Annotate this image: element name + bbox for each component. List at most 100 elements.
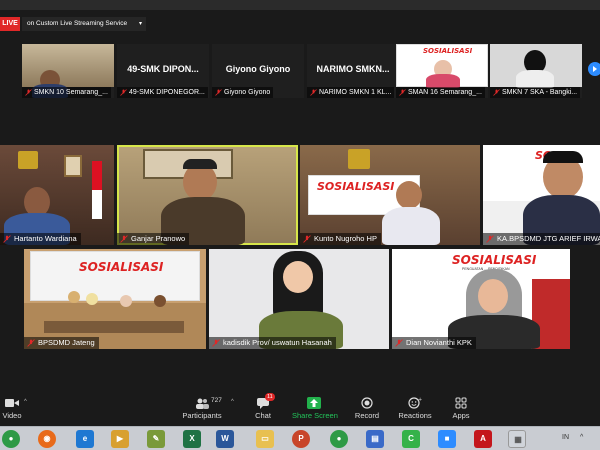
participants-button[interactable]: 727 Participants [182,397,222,425]
participant-label: Kunto Nugroho HP [300,233,381,245]
internet-explorer-icon[interactable]: e [76,430,94,448]
camtasia-icon[interactable]: C [402,430,420,448]
banner-title: SOSIALISASI [79,260,164,274]
participant-name: Giyono Giyono [224,89,271,96]
video-tile-hartanto[interactable]: Hartanto Wardiana [0,145,114,245]
emblem-icon [348,149,370,169]
muted-mic-icon [3,235,11,243]
chevron-down-icon: ▾ [138,21,142,27]
top-bar: LIVE on Custom Live Streaming Service ▾ [0,0,600,32]
strip-tile-giyono[interactable]: Giyono Giyono Giyono Giyono [212,44,304,98]
video-tile-arief[interactable]: SOSI KA.BPSDMD JTG ARIEF IRWANTO [483,145,600,245]
powerpoint-icon[interactable]: P [292,430,310,448]
next-page-arrow-icon[interactable] [588,62,600,76]
share-screen-button[interactable]: Share Screen [292,397,338,425]
video-tile-bpsdmd[interactable]: SOSIALISASI BPSDMD Jateng [24,249,206,349]
pdf-tool-icon[interactable]: ▤ [366,430,384,448]
word-icon[interactable]: W [216,430,234,448]
share-screen-icon [307,397,321,409]
participant-face [478,279,508,313]
strip-tile-sman16[interactable]: SOSIALISASI SMAN 16 Semarang_... [396,44,488,98]
video-button[interactable]: Video [0,397,24,425]
video-tile-dian[interactable]: SOSIALISASI PENGUATAN ... PENDIDIKAN Dia… [392,249,570,349]
muted-mic-icon [27,339,35,347]
record-button[interactable]: Record [352,397,382,425]
participant-cap [183,159,217,169]
muted-mic-icon [395,339,403,347]
video-options-caret[interactable]: ^ [24,399,27,405]
reactions-button[interactable]: + Reactions [398,397,432,425]
muted-mic-icon [493,89,500,96]
participant-head [154,295,166,307]
portrait-frame [64,155,82,177]
chrome-icon-2[interactable]: ● [330,430,348,448]
participant-name: Kunto Nugroho HP [314,234,377,243]
muted-mic-icon [212,339,220,347]
stream-service-label: on Custom Live Streaming Service [27,20,128,27]
firefox-icon[interactable]: ◉ [38,430,56,448]
participants-options-caret[interactable]: ^ [231,399,234,405]
svg-text:+: + [418,397,422,403]
top-edge [0,0,600,10]
participant-name: Hartanto Wardiana [14,234,77,243]
participant-name: SMAN 16 Semarang_... [408,89,482,96]
emblem-icon [18,151,38,169]
banner-title: SOSIALISASI [452,253,537,267]
image-viewer-icon[interactable]: ▦ [508,430,526,448]
excel-icon[interactable]: X [183,430,201,448]
sosialisasi-banner: SOSIALISASI [30,251,200,301]
video-tile-ganjar-active-speaker[interactable]: Ganjar Pranowo [117,145,298,245]
video-label: Video [2,411,22,420]
meeting-table [44,321,184,333]
participant-label: 49-SMK DIPONEGOR... [117,87,208,98]
participant-head [396,181,422,209]
file-explorer-icon[interactable]: ▭ [256,430,274,448]
participant-label: Ganjar Pranowo [117,233,190,245]
strip-tile-smkn10[interactable]: SMKN 10 Semarang_... [22,44,114,98]
windows-taskbar: ● ◉ e ▶ ✎ X W ▭ P ● ▤ C ■ A ▦ IN ^ [0,426,600,450]
muted-mic-icon [25,89,32,96]
participant-name: NARIMO SMKN 1 KL... [319,89,392,96]
tray-expand-caret[interactable]: ^ [580,434,583,441]
video-camera-icon [5,397,19,409]
live-badge[interactable]: LIVE [0,17,20,31]
participant-name-big: NARIMO SMKN... [316,64,390,74]
participant-name-big: Giyono Giyono [225,64,291,74]
strip-tile-narimo[interactable]: NARIMO SMKN... NARIMO SMKN 1 KL... [307,44,399,98]
chat-bubble-icon: 11 [256,393,275,409]
paint-icon[interactable]: ✎ [147,430,165,448]
participant-hair [543,151,583,163]
apps-button[interactable]: Apps [450,397,472,425]
participant-body [382,207,440,245]
muted-mic-icon [120,89,127,96]
zoom-meeting-window: LIVE on Custom Live Streaming Service ▾ … [0,0,600,450]
participant-label: NARIMO SMKN 1 KL... [307,87,395,98]
share-screen-label: Share Screen [292,411,338,420]
video-tile-uswatun[interactable]: kadisdik Prov/ uswatun Hasanah [209,249,389,349]
meeting-toolbar: Video ^ 727 Participants ^ 11 Chat Share… [0,392,600,426]
chat-unread-badge: 11 [265,393,275,401]
acrobat-icon[interactable]: A [474,430,492,448]
participant-body [426,74,460,88]
input-language-indicator[interactable]: IN [562,434,569,441]
participant-name-big: 49-SMK DIPON... [127,64,199,74]
participants-icon: 727 [195,397,222,409]
participant-head [86,293,98,305]
flag [92,161,102,219]
zoom-icon[interactable]: ■ [438,430,456,448]
record-label: Record [354,411,380,420]
chrome-icon[interactable]: ● [2,430,20,448]
reactions-label: Reactions [398,411,432,420]
media-player-icon[interactable]: ▶ [111,430,129,448]
strip-tile-smkn7[interactable]: SMKN 7 SKA - Bangki... [490,44,582,98]
participant-face [283,261,313,293]
stream-service-dropdown[interactable]: on Custom Live Streaming Service ▾ [22,17,146,31]
strip-tile-diponegoro[interactable]: 49-SMK DIPON... 49-SMK DIPONEGOR... [117,44,209,98]
participant-name: KA.BPSDMD JTG ARIEF IRWANTO [497,234,600,243]
muted-mic-icon [486,235,494,243]
chat-button[interactable]: 11 Chat [250,393,276,425]
smiley-plus-icon: + [408,397,422,409]
participant-label: SMKN 10 Semarang_... [22,87,111,98]
video-feed [22,44,114,87]
video-tile-kunto[interactable]: SOSIALISASI Kunto Nugroho HP [300,145,480,245]
